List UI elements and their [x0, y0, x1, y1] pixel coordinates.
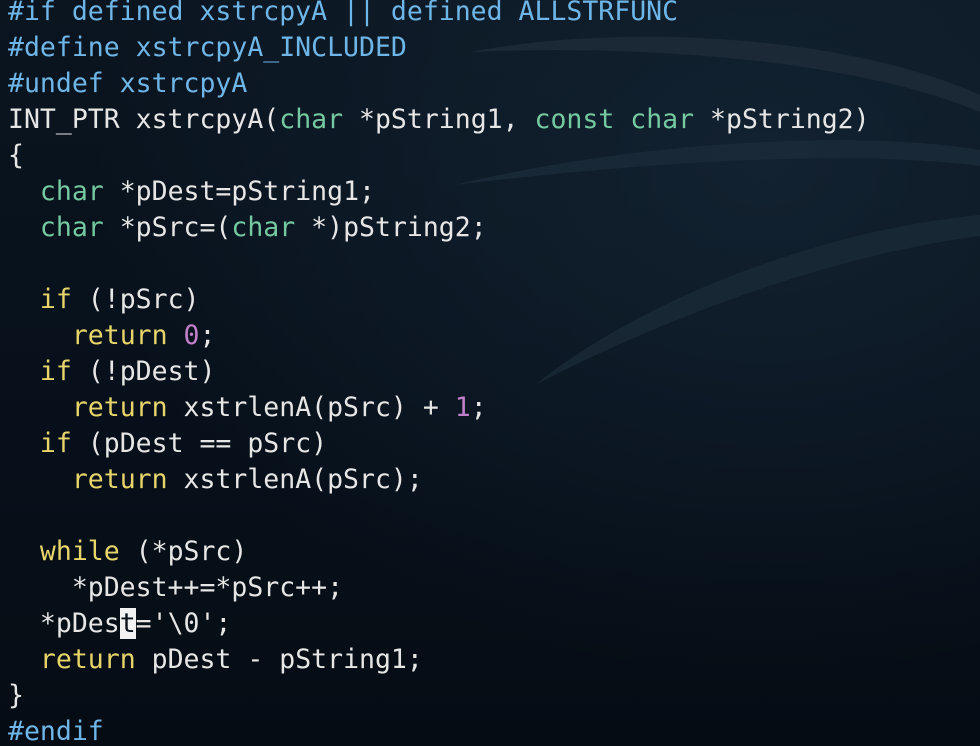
- code-line[interactable]: #if defined xstrcpyA || defined ALLSTRFU…: [8, 0, 870, 30]
- code-token: *pDest++=*pSrc++;: [8, 572, 344, 603]
- code-token: (pDest == pSrc): [71, 428, 328, 459]
- code-token: pDest - pString1;: [135, 644, 423, 675]
- code-line[interactable]: if (!pDest): [8, 354, 870, 390]
- code-line[interactable]: return xstrlenA(pSrc);: [8, 462, 870, 498]
- code-token: (!pDest): [71, 356, 216, 387]
- code-line[interactable]: #define xstrcpyA_INCLUDED: [8, 30, 870, 66]
- code-line[interactable]: {: [8, 138, 870, 174]
- code-token: return: [71, 320, 168, 351]
- code-token: if: [39, 284, 72, 315]
- code-token: (!pSrc): [71, 284, 200, 315]
- code-token: *pSrc=(: [103, 212, 232, 243]
- code-token: char: [231, 212, 296, 243]
- code-line[interactable]: [8, 498, 870, 534]
- code-token: #if defined xstrcpyA || defined ALLSTRFU…: [8, 0, 679, 27]
- code-token: if: [39, 356, 72, 387]
- code-editor-text[interactable]: #if defined xstrcpyA || defined ALLSTRFU…: [8, 0, 870, 746]
- code-token: *)pString2;: [295, 212, 487, 243]
- code-token: #define xstrcpyA_INCLUDED: [8, 32, 407, 63]
- code-token: *pDest=pString1;: [103, 176, 375, 207]
- code-token: ='\0';: [135, 608, 232, 639]
- code-token: char: [279, 104, 344, 135]
- code-token: ;: [199, 320, 216, 351]
- code-token: return: [71, 392, 168, 423]
- code-token: (*pSrc): [119, 536, 248, 567]
- code-line[interactable]: if (!pSrc): [8, 282, 870, 318]
- code-token: char: [630, 104, 695, 135]
- code-line[interactable]: #endif: [8, 714, 870, 746]
- code-line[interactable]: char *pDest=pString1;: [8, 174, 870, 210]
- code-token: return: [39, 644, 136, 675]
- code-line[interactable]: return xstrlenA(pSrc) + 1;: [8, 390, 870, 426]
- code-token: 1: [454, 392, 471, 423]
- code-token: INT_PTR xstrcpyA(: [8, 104, 280, 135]
- code-token: #endif: [8, 716, 104, 746]
- code-token: *pString1,: [343, 104, 535, 135]
- code-token: #undef xstrcpyA: [8, 68, 248, 99]
- code-token: char: [39, 176, 104, 207]
- code-token: char: [39, 212, 104, 243]
- code-line[interactable]: #undef xstrcpyA: [8, 66, 870, 102]
- code-line[interactable]: if (pDest == pSrc): [8, 426, 870, 462]
- code-line[interactable]: *pDest++=*pSrc++;: [8, 570, 870, 606]
- terminal-window[interactable]: #if defined xstrcpyA || defined ALLSTRFU…: [0, 0, 980, 746]
- code-token: }: [8, 680, 24, 711]
- code-line[interactable]: [8, 246, 870, 282]
- code-line[interactable]: return 0;: [8, 318, 870, 354]
- code-token: 0: [183, 320, 200, 351]
- code-token: return: [71, 464, 168, 495]
- code-token: if: [39, 428, 72, 459]
- code-line[interactable]: INT_PTR xstrcpyA(char *pString1, const c…: [8, 102, 870, 138]
- code-token: xstrlenA(pSrc);: [167, 464, 423, 495]
- code-line[interactable]: while (*pSrc): [8, 534, 870, 570]
- code-line[interactable]: *pDest='\0';: [8, 606, 870, 642]
- code-token: const: [534, 104, 615, 135]
- code-token: xstrlenA(pSrc) +: [167, 392, 455, 423]
- code-line[interactable]: char *pSrc=(char *)pString2;: [8, 210, 870, 246]
- code-token: ;: [470, 392, 487, 423]
- code-token: while: [39, 536, 120, 567]
- code-line[interactable]: return pDest - pString1;: [8, 642, 870, 678]
- code-line[interactable]: }: [8, 678, 870, 714]
- code-token: *pString2): [694, 104, 870, 135]
- code-token: {: [8, 140, 24, 171]
- code-token: *pDes: [8, 608, 120, 639]
- text-cursor: t: [119, 608, 136, 639]
